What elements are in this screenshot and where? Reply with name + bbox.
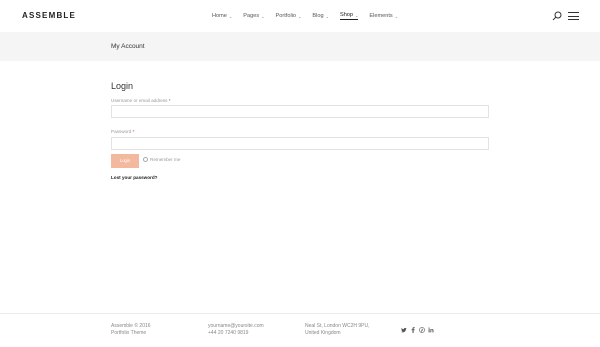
chevron-down-icon: ⌄ bbox=[355, 12, 359, 18]
linkedin-icon[interactable] bbox=[428, 327, 434, 333]
twitter-icon[interactable] bbox=[401, 327, 407, 333]
remember-me[interactable]: Remember me bbox=[143, 157, 180, 162]
nav-item-label: Portfolio bbox=[275, 13, 297, 19]
nav-item-label: Home bbox=[212, 13, 227, 19]
site-header: ASSEMBLE Home ⌄ Pages ⌄ Portfolio ⌄ Blog ⌄ S… bbox=[0, 0, 600, 32]
nav-item-blog[interactable]: Blog ⌄ bbox=[312, 12, 329, 20]
hamburger-menu-icon[interactable] bbox=[568, 12, 579, 20]
page-title-bar: My Account bbox=[0, 32, 600, 61]
footer-phone[interactable]: +44 20 7240 9819 bbox=[208, 330, 264, 337]
nav-item-elements[interactable]: Elements ⌄ bbox=[369, 12, 398, 20]
footer-address: Neal St, London WC2H 9PU, United Kingdom bbox=[305, 323, 369, 337]
footer-address-line2: United Kingdom bbox=[305, 330, 341, 336]
nav-item-home[interactable]: Home ⌄ bbox=[212, 12, 232, 20]
search-icon[interactable] bbox=[552, 11, 562, 21]
site-logo[interactable]: ASSEMBLE bbox=[22, 11, 76, 20]
lost-password-link[interactable]: Lost your password? bbox=[111, 175, 157, 180]
footer-theme-line: Portfolio Theme bbox=[111, 330, 147, 336]
chevron-down-icon: ⌄ bbox=[325, 13, 329, 19]
pinterest-icon[interactable] bbox=[419, 327, 425, 333]
footer-copyright-line: Assemble © 2016 bbox=[111, 323, 151, 329]
footer-address-line1: Neal St, London WC2H 9PU, bbox=[305, 323, 370, 329]
login-heading: Login bbox=[111, 81, 134, 91]
footer-contact: yourname@yoursite.com +44 20 7240 9819 bbox=[208, 323, 264, 337]
password-label-text: Password bbox=[111, 129, 132, 134]
remember-me-checkbox[interactable] bbox=[143, 157, 148, 162]
chevron-down-icon: ⌄ bbox=[228, 13, 233, 19]
nav-item-pages[interactable]: Pages ⌄ bbox=[243, 12, 264, 20]
password-input[interactable] bbox=[111, 137, 489, 150]
facebook-icon[interactable] bbox=[410, 327, 416, 333]
username-label: Username or email address * bbox=[111, 98, 171, 103]
main-nav: Home ⌄ Pages ⌄ Portfolio ⌄ Blog ⌄ Shop ⌄ Elem… bbox=[212, 12, 409, 20]
required-mark: * bbox=[132, 129, 135, 134]
social-links bbox=[401, 327, 437, 333]
chevron-down-icon: ⌄ bbox=[261, 13, 265, 19]
nav-item-label: Pages bbox=[243, 13, 260, 19]
required-mark: * bbox=[168, 98, 171, 103]
nav-item-portfolio[interactable]: Portfolio ⌄ bbox=[276, 12, 302, 20]
page-title: My Account bbox=[111, 43, 145, 50]
chevron-down-icon: ⌄ bbox=[298, 13, 302, 19]
username-label-text: Username or email address bbox=[111, 98, 168, 103]
nav-item-label: Blog bbox=[312, 13, 324, 19]
footer-divider bbox=[0, 313, 600, 314]
footer-copyright: Assemble © 2016 Portfolio Theme bbox=[111, 323, 151, 337]
nav-item-label: Elements bbox=[369, 13, 393, 19]
chevron-down-icon: ⌄ bbox=[394, 13, 399, 19]
nav-item-label: Shop bbox=[339, 12, 354, 18]
nav-item-shop[interactable]: Shop ⌄ bbox=[339, 12, 359, 20]
footer-email[interactable]: yourname@yoursite.com bbox=[208, 323, 264, 330]
login-button[interactable]: Login bbox=[111, 154, 139, 168]
remember-me-label: Remember me bbox=[150, 157, 181, 162]
username-input[interactable] bbox=[111, 105, 489, 118]
password-label: Password * bbox=[111, 129, 134, 134]
